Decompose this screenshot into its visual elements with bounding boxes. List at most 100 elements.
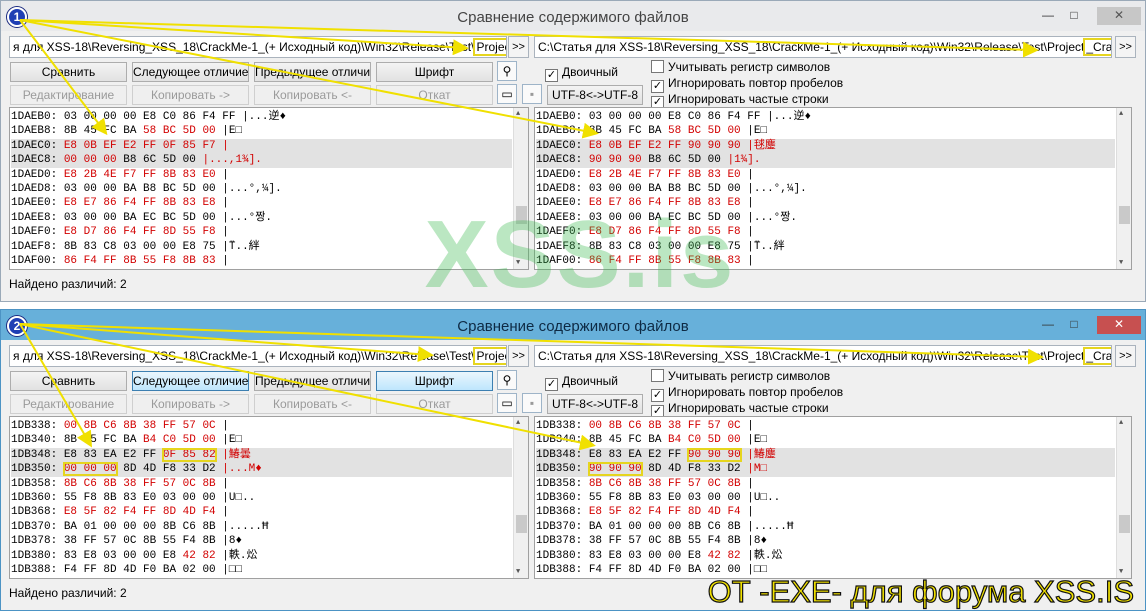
left-file-path[interactable]: я для XSS-18\Reversing_XSS_18\CrackMe-1_… — [9, 36, 507, 58]
prev-difference-button[interactable]: Предыдущее отличие — [254, 62, 371, 82]
hex-row[interactable]: 1DB348: E8 83 EA E2 FF 90 90 90 |鰆鏖 — [536, 447, 1115, 463]
hex-bytes: 83 E8 03 00 00 E8 — [63, 549, 183, 562]
maximize-button[interactable]: □ — [1063, 316, 1085, 334]
prev-difference-button[interactable]: Предыдущее отличие — [254, 371, 371, 391]
hex-row[interactable]: 1DAEC0: E8 0B EF E2 FF 90 90 90 |毬鏖 — [536, 138, 1115, 154]
close-button[interactable]: ✕ — [1097, 316, 1141, 334]
font-button[interactable]: Шрифт — [376, 62, 493, 82]
changed-bytes: E0 03 00 00 8B 8B 86 F4 — [64, 269, 216, 270]
revert-button[interactable]: Откат — [376, 394, 493, 414]
hex-row[interactable]: 1DB338: 00 8B C6 8B 38 FF 57 0C | — [11, 419, 512, 433]
window-icon[interactable]: ▭ — [497, 393, 517, 413]
hex-row[interactable]: 1DAED8: 03 00 00 BA B8 BC 5D 00 |...°,¼]… — [11, 182, 512, 196]
hex-row[interactable]: 1DAEB0: 03 00 00 00 E8 C0 86 F4 FF |...逆… — [536, 110, 1115, 124]
hex-row[interactable]: 1DB388: F4 FF 8D 4D F0 BA 02 00 |□□ — [11, 563, 512, 577]
compare-button[interactable]: Сравнить — [10, 62, 127, 82]
left-hex-pane[interactable]: 1DB338: 00 8B C6 8B 38 FF 57 0C | 1DB340:… — [9, 416, 529, 579]
save-icon[interactable]: ▪ — [522, 84, 542, 104]
encoding-button[interactable]: UTF-8<->UTF-8 — [547, 394, 643, 414]
left-browse-button[interactable]: >> — [508, 345, 529, 367]
hex-row[interactable]: 1DAED0: E8 2B 4E F7 FF 8B 83 E0 | — [11, 168, 512, 182]
right-scrollbar[interactable]: ▲ ▼ — [1116, 108, 1131, 269]
hex-row[interactable]: 1DAEC8: 00 00 00 B8 6C 5D 00 |...,1¾]. — [11, 153, 512, 168]
hex-address: 1DB390: — [11, 578, 57, 579]
hex-row[interactable]: 1DAEC8: 90 90 90 B8 6C 5D 00 |1¾]. — [536, 153, 1115, 168]
save-icon[interactable]: ▪ — [522, 393, 542, 413]
hex-row[interactable]: 1DB390: 00 00 8B C6 8B 38 FF 57 — [11, 577, 512, 579]
binoculars-icon[interactable]: ⚲ — [497, 61, 517, 81]
copy-right-button[interactable]: Копировать -> — [132, 85, 249, 105]
encoding-button[interactable]: UTF-8<->UTF-8 — [547, 85, 643, 105]
hex-row[interactable]: 1DB380: 83 E8 03 00 00 E8 42 82 |軼.炂 — [536, 549, 1115, 563]
edit-button[interactable]: Редактирование — [10, 85, 127, 105]
hex-row[interactable]: 1DB360: 55 F8 8B 83 E0 03 00 00 |U□.. — [536, 491, 1115, 505]
font-button[interactable]: Шрифт — [376, 371, 493, 391]
binary-checkbox[interactable]: ✓ Двоичный — [545, 374, 618, 391]
left-browse-button[interactable]: >> — [508, 36, 529, 58]
changed-bytes: 00 8B C6 8B 38 FF 57 0C — [588, 420, 741, 432]
left-file-name-highlight: Project_Origin. — [473, 347, 506, 365]
compare-button[interactable]: Сравнить — [10, 371, 127, 391]
minimize-button[interactable]: — — [1037, 7, 1059, 25]
left-file-path[interactable]: я для XSS-18\Reversing_XSS_18\CrackMe-1_… — [9, 345, 507, 367]
hex-bytes: E8 83 EA E2 FF — [63, 448, 163, 461]
hex-row[interactable]: 1DB368: E8 5F 82 F4 FF 8D 4D F4 | — [536, 505, 1115, 519]
hex-bytes: 8B 83 C8 03 00 00 E8 75 — [63, 240, 216, 253]
ignore-spaces-checkbox[interactable]: ✓ Игнорировать повтор пробелов — [651, 76, 843, 93]
close-button[interactable]: ✕ — [1097, 7, 1141, 25]
ascii-text: | — [222, 254, 229, 267]
hex-row[interactable]: 1DB360: 55 F8 8B 83 E0 03 00 00 |U□.. — [11, 491, 512, 505]
hex-row[interactable]: 1DB350: 00 00 00 8D 4D F8 33 D2 |...M♦ — [11, 462, 512, 477]
hex-row[interactable]: 1DB350: 90 90 90 8D 4D F8 33 D2 |M□ — [536, 462, 1115, 477]
hex-row[interactable]: 1DB340: 8B 45 FC BA B4 C0 5D 00 |E□ — [11, 433, 512, 447]
hex-row[interactable]: 1DAEB8: 8B 45 FC BA 58 BC 5D 00 |E□ — [11, 124, 512, 138]
right-file-path[interactable]: C:\Статья для XSS-18\Reversing_XSS_18\Cr… — [534, 345, 1112, 367]
hex-row[interactable]: 1DB358: 8B C6 8B 38 FF 57 0C 8B | — [536, 477, 1115, 491]
left-scrollbar[interactable]: ▲ ▼ — [513, 417, 528, 578]
hex-bytes: BA 01 00 00 00 8B C6 8B — [588, 520, 741, 533]
hex-row[interactable]: 1DAED8: 03 00 00 BA B8 BC 5D 00 |...°,¼]… — [536, 182, 1115, 196]
hex-row[interactable]: 1DB348: E8 83 EA E2 FF 0F 85 82 |鰆曇 — [11, 447, 512, 463]
hex-address: 1DAED0: — [536, 168, 583, 181]
revert-button[interactable]: Откат — [376, 85, 493, 105]
hex-row[interactable]: 1DB340: 8B 45 FC BA B4 C0 5D 00 |E□ — [536, 433, 1115, 447]
hex-address: 1DAF00: — [11, 254, 58, 267]
hex-row[interactable]: 1DAED0: E8 2B 4E F7 FF 8B 83 E0 | — [536, 168, 1115, 182]
hex-row[interactable]: 1DB378: 38 FF 57 0C 8B 55 F4 8B |8♦ — [11, 534, 512, 548]
hex-row[interactable]: 1DAEB0: 03 00 00 00 E8 C0 86 F4 FF |...逆… — [11, 110, 512, 124]
next-difference-button[interactable]: Следующее отличие — [132, 62, 249, 82]
copy-left-button[interactable]: Копировать <- — [254, 85, 371, 105]
binary-checkbox[interactable]: ✓ Двоичный — [545, 65, 618, 82]
hex-row[interactable]: 1DB370: BA 01 00 00 00 8B C6 8B |.....Ħ — [11, 520, 512, 534]
maximize-button[interactable]: □ — [1063, 7, 1085, 25]
hex-row[interactable]: 1DB378: 38 FF 57 0C 8B 55 F4 8B |8♦ — [536, 534, 1115, 548]
next-difference-button[interactable]: Следующее отличие — [132, 371, 249, 391]
hex-row[interactable]: 1DB370: BA 01 00 00 00 8B C6 8B |.....Ħ — [536, 520, 1115, 534]
copy-right-button[interactable]: Копировать -> — [132, 394, 249, 414]
hex-row[interactable]: 1DAEC0: E8 0B EF E2 FF 0F 85 F7 | — [11, 138, 512, 154]
hex-row[interactable]: 1DAEB8: 8B 45 FC BA 58 BC 5D 00 |E□ — [536, 124, 1115, 138]
copy-left-button[interactable]: Копировать <- — [254, 394, 371, 414]
hex-address: 1DB338: — [11, 420, 58, 432]
hex-address: 1DB340: — [11, 434, 58, 447]
hex-row[interactable]: 1DB368: E8 5F 82 F4 FF 8D 4D F4 | — [11, 505, 512, 519]
hex-bytes: F4 FF 8D 4D F0 BA 02 00 — [63, 563, 216, 576]
case-sensitive-checkbox[interactable]: Учитывать регистр символов — [651, 60, 830, 74]
hex-address: 1DB370: — [536, 520, 583, 533]
hex-row[interactable]: 1DB338: 00 8B C6 8B 38 FF 57 0C | — [536, 419, 1115, 433]
minimize-button[interactable]: — — [1037, 316, 1059, 334]
edit-button[interactable]: Редактирование — [10, 394, 127, 414]
ignore-spaces-checkbox[interactable]: ✓ Игнорировать повтор пробелов — [651, 385, 843, 402]
hex-row[interactable]: 1DB358: 8B C6 8B 38 FF 57 0C 8B | — [11, 477, 512, 491]
right-scrollbar[interactable]: ▲ ▼ — [1116, 417, 1131, 578]
hex-row[interactable]: 1DB380: 83 E8 03 00 00 E8 42 82 |軼.炂 — [11, 549, 512, 563]
case-sensitive-checkbox[interactable]: Учитывать регистр символов — [651, 369, 830, 383]
hex-address: 1DB378: — [11, 535, 58, 548]
binoculars-icon[interactable]: ⚲ — [497, 370, 517, 390]
right-hex-pane[interactable]: 1DB338: 00 8B C6 8B 38 FF 57 0C | 1DB340:… — [534, 416, 1132, 579]
ascii-text: |E□ — [747, 125, 768, 138]
window-icon[interactable]: ▭ — [497, 84, 517, 104]
right-browse-button[interactable]: >> — [1115, 345, 1136, 367]
right-file-path[interactable]: C:\Статья для XSS-18\Reversing_XSS_18\Cr… — [534, 36, 1112, 58]
right-browse-button[interactable]: >> — [1115, 36, 1136, 58]
